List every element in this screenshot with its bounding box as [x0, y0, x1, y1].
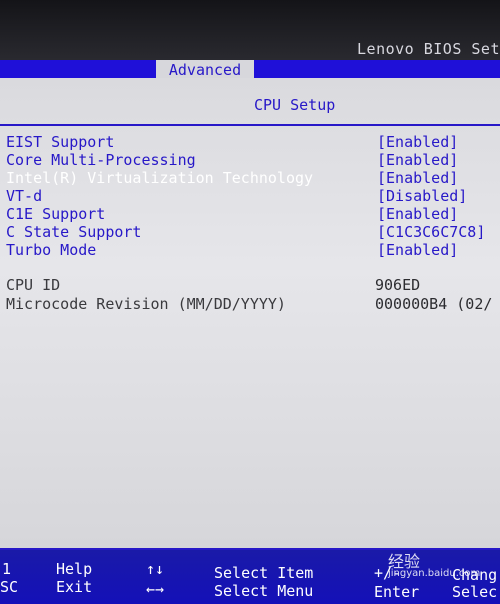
setting-eist-support[interactable]: EIST Support [Enabled]: [0, 133, 500, 151]
key-desc-help: Help: [56, 560, 93, 578]
key-help-desc: Select Menu: [214, 582, 313, 600]
key-help-item: Enter: [374, 583, 419, 601]
bios-title: Lenovo BIOS Set: [357, 40, 500, 58]
key-f1: 1: [2, 560, 12, 578]
key-help-desc: Select Item: [214, 564, 313, 582]
key-help-item: 1: [2, 560, 11, 578]
setting-turbo-mode[interactable]: Turbo Mode [Enabled]: [0, 241, 500, 259]
setting-value[interactable]: [C1C3C6C7C8]: [377, 223, 485, 241]
left-right-arrows-icon: ←→: [146, 580, 165, 598]
key-help-desc: Exit: [56, 578, 92, 596]
info-microcode-revision: Microcode Revision (MM/DD/YYYY) 000000B4…: [0, 295, 500, 314]
setting-label: C State Support: [6, 223, 142, 241]
key-desc-select: Selec: [452, 583, 498, 601]
settings-list: EIST Support [Enabled] Core Multi-Proces…: [0, 133, 500, 259]
setting-c1e-support[interactable]: C1E Support [Enabled]: [0, 205, 500, 223]
setting-label: Core Multi-Processing: [6, 151, 196, 169]
key-help-item: ←→: [146, 580, 164, 598]
setting-label: Intel(R) Virtualization Technology: [6, 169, 314, 187]
info-value: 000000B4 (02/: [375, 295, 493, 313]
setting-core-multi-processing[interactable]: Core Multi-Processing [Enabled]: [0, 151, 500, 169]
key-help-item: SC: [0, 578, 18, 596]
setting-virtualization-technology[interactable]: Intel(R) Virtualization Technology [Enab…: [0, 169, 500, 187]
tab-advanced[interactable]: Advanced: [156, 60, 254, 80]
setting-value[interactable]: [Enabled]: [377, 241, 458, 259]
section-divider: [0, 124, 500, 126]
setting-label: VT-d: [6, 187, 43, 205]
setting-label: EIST Support: [6, 133, 115, 151]
info-label: CPU ID: [6, 276, 61, 294]
setting-vt-d[interactable]: VT-d [Disabled]: [0, 187, 500, 205]
title-bar: Lenovo BIOS Set: [0, 0, 500, 62]
setting-value[interactable]: [Enabled]: [377, 205, 458, 223]
key-desc-exit: Exit: [56, 578, 93, 596]
setting-value[interactable]: [Enabled]: [377, 169, 458, 187]
info-label: Microcode Revision (MM/DD/YYYY): [6, 295, 286, 313]
key-enter: Enter: [374, 583, 420, 601]
setting-c-state-support[interactable]: C State Support [C1C3C6C7C8]: [0, 223, 500, 241]
key-esc: SC: [0, 578, 19, 596]
key-help-desc: Help: [56, 560, 92, 578]
info-value: 906ED: [375, 276, 421, 294]
cpu-info: CPU ID 906ED Microcode Revision (MM/DD/Y…: [0, 276, 500, 314]
setting-value[interactable]: [Disabled]: [377, 187, 467, 205]
setting-value[interactable]: [Enabled]: [377, 133, 458, 151]
key-desc-select-menu: Select Menu: [214, 582, 314, 600]
key-help-item: ↑↓: [146, 560, 164, 578]
up-down-arrows-icon: ↑↓: [146, 560, 165, 578]
setting-label: C1E Support: [6, 205, 106, 223]
setting-value[interactable]: [Enabled]: [377, 151, 458, 169]
watermark-url: jingyan.baidu.com: [388, 568, 481, 579]
section-title: CPU Setup: [254, 96, 336, 114]
setting-label: Turbo Mode: [6, 241, 97, 259]
key-help-desc: Selec: [452, 583, 497, 601]
key-desc-select-item: Select Item: [214, 564, 314, 582]
info-cpu-id: CPU ID 906ED: [0, 276, 500, 295]
